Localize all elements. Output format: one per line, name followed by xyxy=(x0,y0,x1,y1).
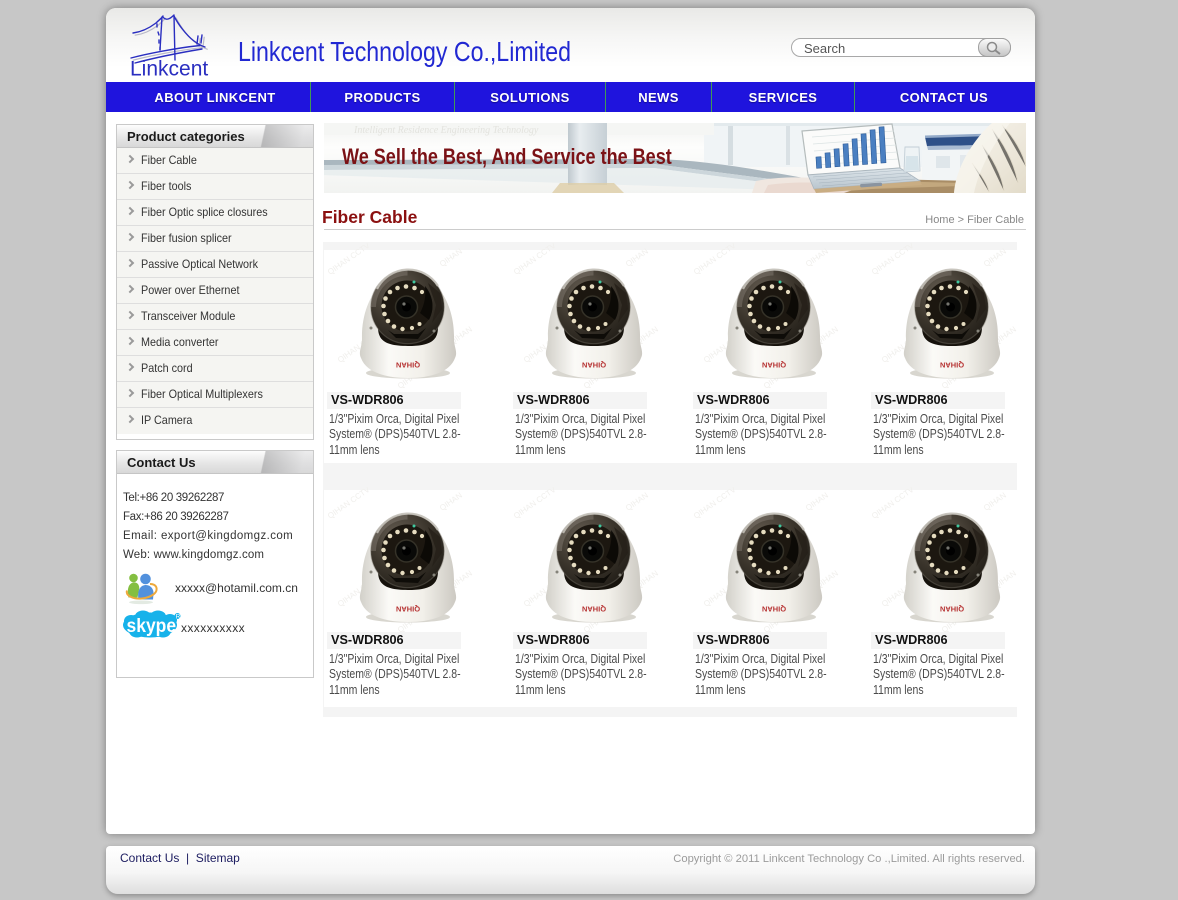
svg-text:We Sell the Best, And Service: We Sell the Best, And Service the Best xyxy=(342,145,672,169)
svg-text:R: R xyxy=(176,613,181,620)
svg-text:Linkcent: Linkcent xyxy=(130,58,208,81)
svg-text:skype: skype xyxy=(127,614,177,636)
svg-text:Intelligent Residence Engineer: Intelligent Residence Engineering Techno… xyxy=(353,125,539,136)
